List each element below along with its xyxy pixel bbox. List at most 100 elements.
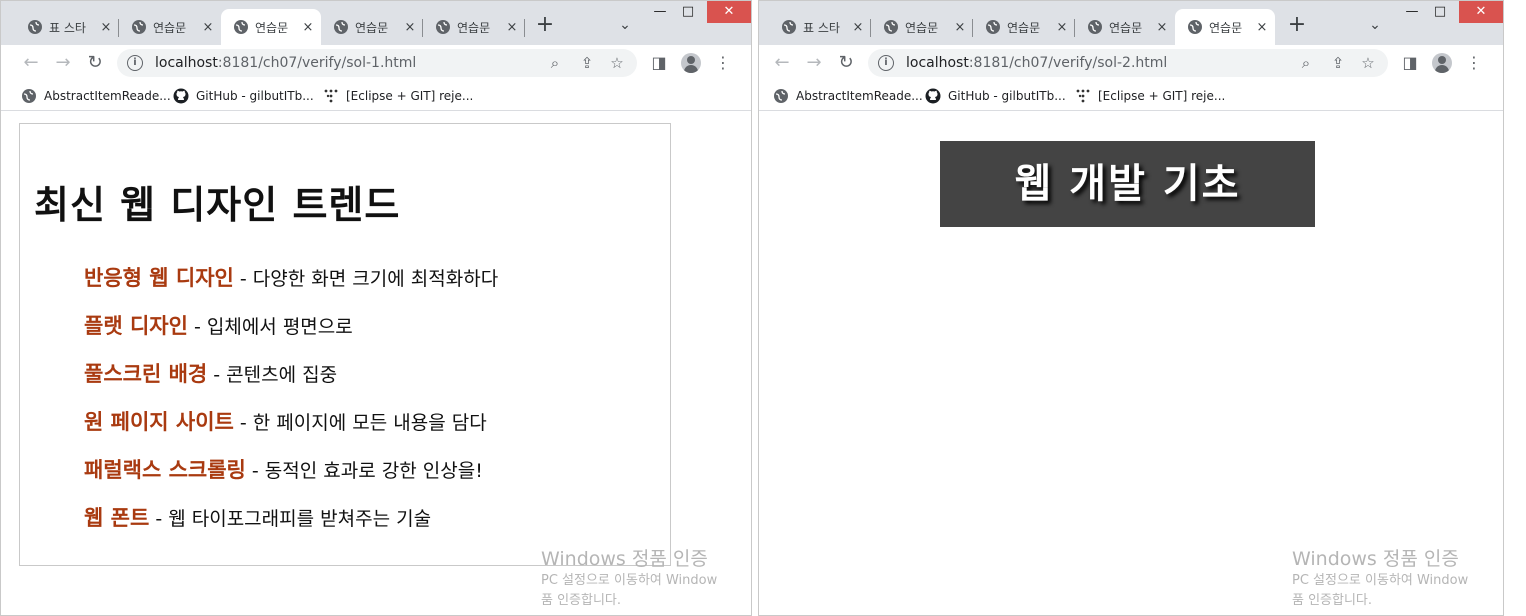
tab-close-icon[interactable]: ×: [99, 20, 113, 35]
tab-1[interactable]: 표 스타 ×: [769, 9, 871, 45]
tab-label: 연습문: [457, 20, 491, 35]
browser-toolbar: ← → ↻ i localhost:8181/ch07/verify/sol-1…: [1, 45, 751, 81]
menu-kebab-icon[interactable]: ⋮: [1462, 51, 1486, 75]
address-bar[interactable]: i localhost:8181/ch07/verify/sol-1.html …: [117, 49, 637, 77]
globe-icon: [132, 20, 146, 34]
watermark-title: Windows 정품 인증: [541, 548, 708, 570]
trend-description: - 동적인 효과로 강한 인상을!: [245, 460, 483, 482]
tab-search-chevron-icon[interactable]: ⌄: [1363, 11, 1387, 39]
tab-close-icon[interactable]: ×: [403, 20, 417, 35]
menu-kebab-icon[interactable]: ⋮: [711, 51, 735, 75]
side-panel-icon[interactable]: ◨: [1398, 51, 1422, 75]
list-item: 원 페이지 사이트 - 한 페이지에 모든 내용을 담다: [84, 406, 498, 454]
tab-label: 연습문: [255, 20, 289, 35]
forward-button[interactable]: →: [51, 51, 75, 75]
globe-icon: [774, 89, 788, 103]
bookmark-label: AbstractItemReade...: [796, 89, 923, 103]
tab-divider: [524, 19, 525, 37]
tab-label: 연습문: [355, 20, 389, 35]
tab-4[interactable]: 연습문 ×: [1075, 9, 1175, 45]
globe-icon: [884, 20, 898, 34]
trend-name: 풀스크린 배경: [84, 362, 208, 386]
tab-5[interactable]: 연습문 ×: [423, 9, 525, 45]
bookmark-star-icon[interactable]: ☆: [607, 53, 627, 73]
watermark-line: 품 인증합니다.: [541, 593, 622, 608]
bookmark-star-icon[interactable]: ☆: [1358, 53, 1378, 73]
tab-close-icon[interactable]: ×: [201, 20, 215, 35]
tab-3[interactable]: 연습문 ×: [973, 9, 1075, 45]
tab-3-active[interactable]: 연습문 ×: [221, 9, 321, 45]
back-button[interactable]: ←: [19, 51, 43, 75]
tab-close-icon[interactable]: ×: [505, 20, 519, 35]
globe-icon: [234, 20, 248, 34]
dots-icon: [324, 89, 338, 103]
minimize-button[interactable]: —: [1397, 1, 1427, 23]
bookmark-item[interactable]: GitHub - gilbutITb...: [925, 86, 1066, 106]
list-item: 웹 폰트 - 웹 타이포그래피를 받쳐주는 기술: [84, 502, 498, 550]
zoom-icon[interactable]: ⌕: [1296, 53, 1316, 73]
url-text: localhost:8181/ch07/verify/sol-1.html: [155, 55, 417, 71]
tab-5-active[interactable]: 연습문 ×: [1175, 9, 1275, 45]
new-tab-button[interactable]: +: [1283, 11, 1311, 39]
url-text: localhost:8181/ch07/verify/sol-2.html: [906, 55, 1168, 71]
site-info-icon[interactable]: i: [127, 55, 143, 71]
bookmark-label: GitHub - gilbutITb...: [948, 89, 1066, 103]
reload-button[interactable]: ↻: [834, 51, 858, 75]
minimize-button[interactable]: —: [645, 1, 675, 23]
profile-avatar-icon[interactable]: [1432, 53, 1452, 73]
profile-avatar-icon[interactable]: [681, 53, 701, 73]
tab-close-icon[interactable]: ×: [1255, 20, 1269, 35]
share-icon[interactable]: ⇪: [1328, 53, 1348, 73]
close-window-button[interactable]: ✕: [707, 1, 751, 23]
forward-button[interactable]: →: [802, 51, 826, 75]
side-panel-icon[interactable]: ◨: [647, 51, 671, 75]
tab-close-icon[interactable]: ×: [851, 20, 865, 35]
list-item: 플랫 디자인 - 입체에서 평면으로: [84, 310, 498, 358]
windows-activation-watermark: Windows 정품 인증 PC 설정으로 이동하여 Window 품 인증합니…: [541, 544, 717, 611]
tab-2[interactable]: 연습문 ×: [119, 9, 221, 45]
tab-1[interactable]: 표 스타 ×: [15, 9, 119, 45]
bookmark-label: GitHub - gilbutITb...: [196, 89, 314, 103]
trend-list: 반응형 웹 디자인 - 다양한 화면 크기에 최적화하다 플랫 디자인 - 입체…: [84, 262, 498, 550]
tab-2[interactable]: 연습문 ×: [871, 9, 973, 45]
trend-description: - 콘텐츠에 집중: [207, 364, 338, 386]
list-item: 반응형 웹 디자인 - 다양한 화면 크기에 최적화하다: [84, 262, 498, 310]
page-title-banner: 웹 개발 기초: [940, 141, 1315, 227]
zoom-icon[interactable]: ⌕: [545, 53, 565, 73]
tab-label: 연습문: [905, 20, 939, 35]
tab-label: 연습문: [1007, 20, 1041, 35]
bookmark-item[interactable]: GitHub - gilbutITb...: [173, 86, 314, 106]
watermark-line: PC 설정으로 이동하여 Window: [541, 573, 718, 588]
bookmark-item[interactable]: AbstractItemReade...: [21, 86, 171, 106]
maximize-button[interactable]: □: [1425, 1, 1455, 23]
tab-label: 표 스타: [49, 20, 86, 35]
globe-icon: [1088, 20, 1102, 34]
tab-search-chevron-icon[interactable]: ⌄: [613, 11, 637, 39]
bookmark-item[interactable]: [Eclipse + GIT] reje...: [1075, 86, 1225, 106]
bookmark-item[interactable]: AbstractItemReade...: [773, 86, 923, 106]
site-info-icon[interactable]: i: [878, 55, 894, 71]
globe-icon: [22, 89, 36, 103]
tab-4[interactable]: 연습문 ×: [321, 9, 423, 45]
back-button[interactable]: ←: [770, 51, 794, 75]
tab-label: 연습문: [1209, 20, 1243, 35]
watermark-title: Windows 정품 인증: [1292, 548, 1459, 570]
watermark-line: PC 설정으로 이동하여 Window: [1292, 573, 1469, 588]
globe-icon: [1188, 20, 1202, 34]
close-window-button[interactable]: ✕: [1459, 1, 1503, 23]
globe-icon: [28, 20, 42, 34]
trend-name: 웹 폰트: [84, 506, 150, 530]
tab-close-icon[interactable]: ×: [301, 20, 315, 35]
address-bar[interactable]: i localhost:8181/ch07/verify/sol-2.html …: [868, 49, 1388, 77]
bookmark-item[interactable]: [Eclipse + GIT] reje...: [323, 86, 473, 106]
tab-close-icon[interactable]: ×: [1155, 20, 1169, 35]
page-viewport: 최신 웹 디자인 트렌드 반응형 웹 디자인 - 다양한 화면 크기에 최적화하…: [1, 112, 751, 615]
reload-button[interactable]: ↻: [83, 51, 107, 75]
github-icon: [925, 88, 941, 104]
tab-strip: 표 스타 × 연습문 × 연습문 × 연습문 × 연습문 × + ⌄ — □ ✕: [759, 1, 1503, 45]
tab-close-icon[interactable]: ×: [953, 20, 967, 35]
tab-close-icon[interactable]: ×: [1055, 20, 1069, 35]
maximize-button[interactable]: □: [673, 1, 703, 23]
share-icon[interactable]: ⇪: [577, 53, 597, 73]
new-tab-button[interactable]: +: [531, 11, 559, 39]
